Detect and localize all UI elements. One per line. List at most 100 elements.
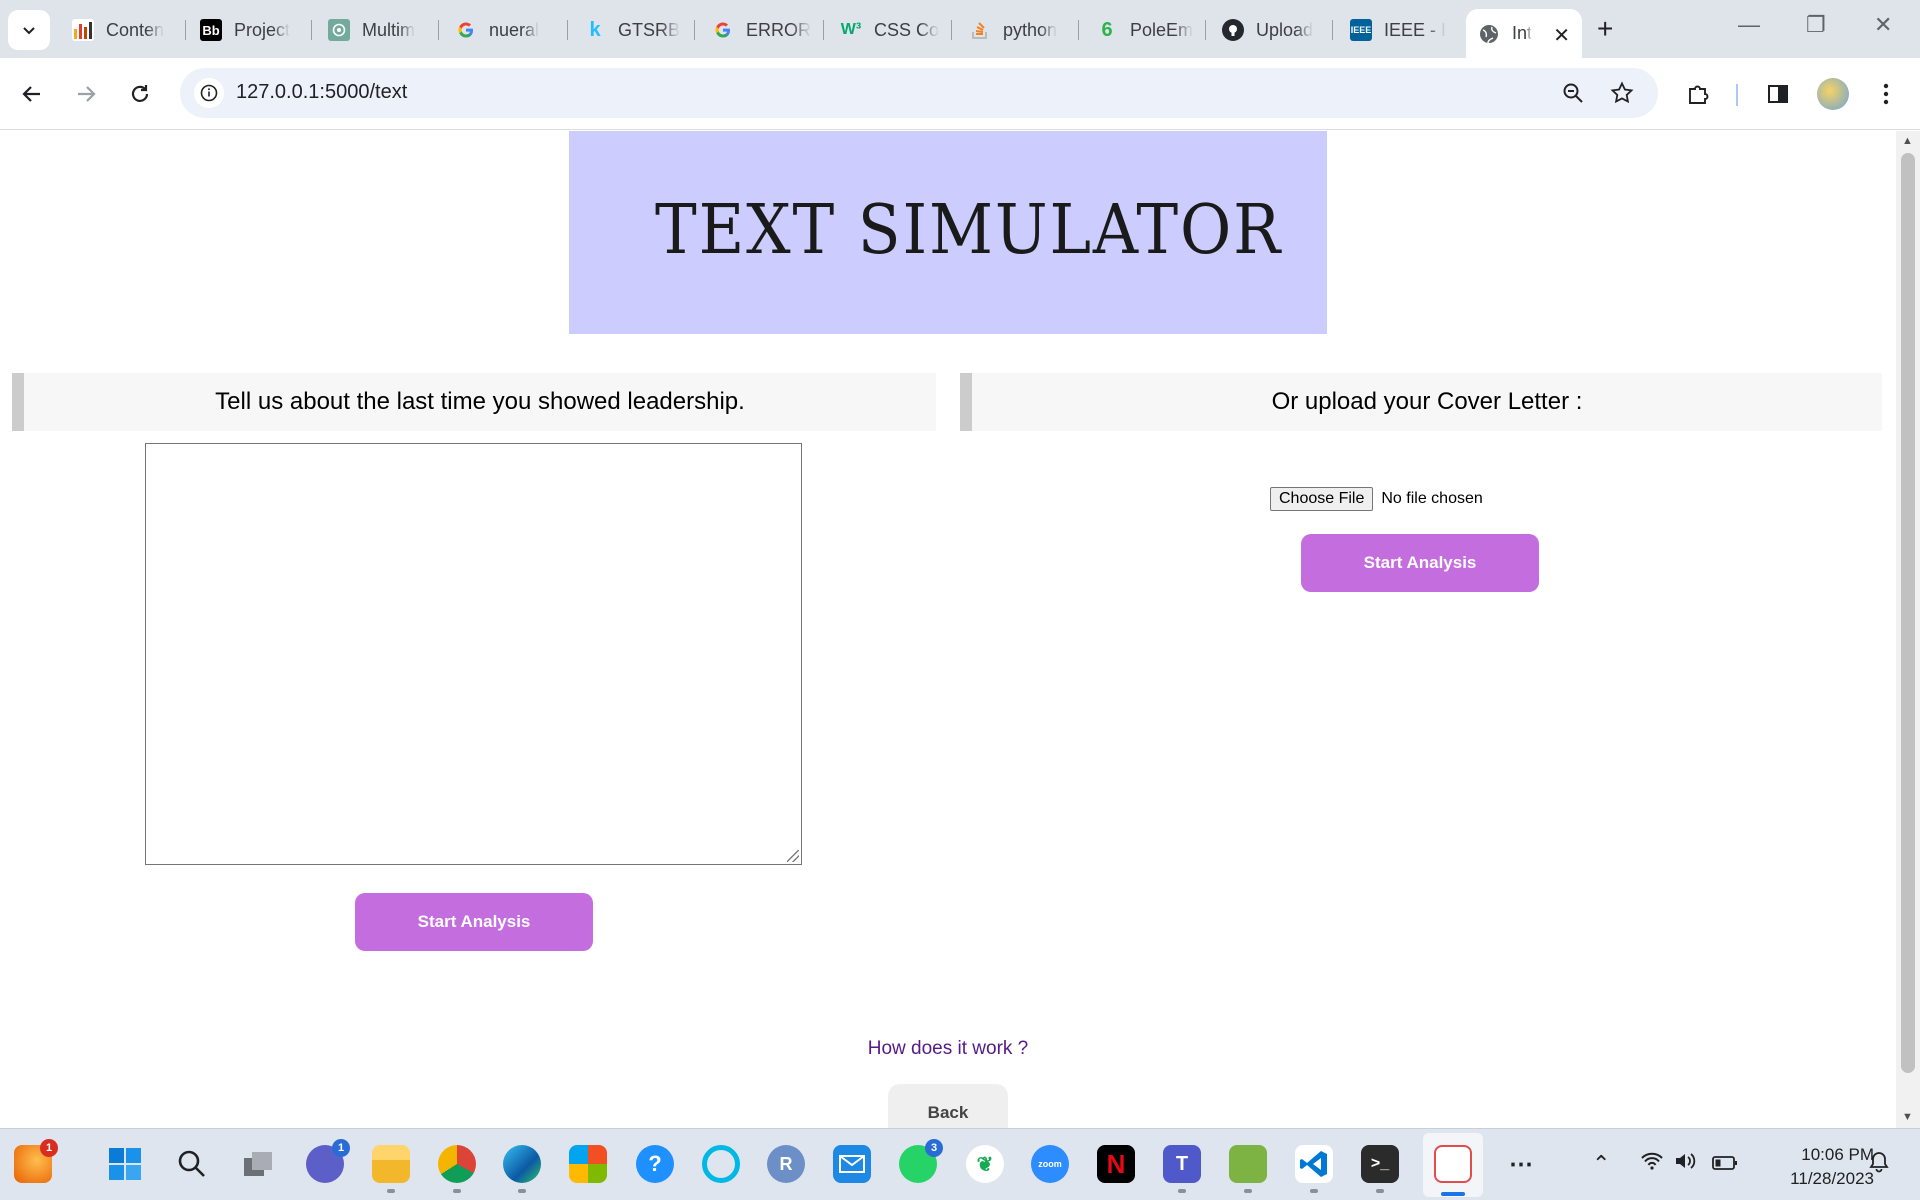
browser-menu-button[interactable]	[1866, 74, 1906, 114]
snipping-tool-icon[interactable]	[1434, 1145, 1472, 1183]
new-tab-plus-icon[interactable]: +	[1597, 14, 1613, 44]
leadership-prompt-text: Tell us about the last time you showed l…	[215, 388, 745, 415]
battery-icon[interactable]	[1712, 1151, 1738, 1177]
zoom-icon[interactable]	[1562, 82, 1584, 104]
notifications-icon[interactable]	[1868, 1151, 1890, 1179]
cover-letter-header: Or upload your Cover Letter :	[960, 373, 1882, 431]
tab-title: CSS Co	[874, 19, 940, 40]
tab-1[interactable]: Bb Project	[188, 12, 306, 48]
alexa-icon[interactable]	[702, 1145, 740, 1183]
chrome-icon[interactable]	[438, 1145, 476, 1183]
blackboard-favicon-icon: Bb	[200, 19, 222, 41]
mail-icon[interactable]	[833, 1145, 871, 1183]
reload-icon	[131, 85, 149, 102]
tab-7[interactable]: python	[957, 12, 1081, 48]
tab-title: GTSRB	[618, 19, 681, 40]
netflix-icon[interactable]: N	[1097, 1145, 1135, 1183]
tab-title: Int	[1512, 23, 1533, 43]
tab-title: Upload	[1256, 19, 1314, 40]
windows-start-icon[interactable]	[106, 1145, 144, 1183]
tab-5[interactable]: ERROR	[700, 12, 820, 48]
ms-store-icon[interactable]	[569, 1145, 607, 1183]
page-title: TEXT SIMULATOR	[655, 191, 1283, 270]
tab-10[interactable]: IEEE IEEE - I	[1338, 12, 1458, 48]
cover-letter-prompt-text: Or upload your Cover Letter :	[1271, 388, 1583, 415]
tray-chevron-up-icon[interactable]: ⌃	[1592, 1151, 1610, 1177]
volume-icon[interactable]	[1674, 1151, 1698, 1177]
url-text[interactable]: 127.0.0.1:5000/text	[236, 81, 407, 104]
tab-title: Conten	[106, 19, 165, 40]
side-panel-button[interactable]	[1758, 74, 1798, 114]
wifi-icon[interactable]	[1640, 1151, 1664, 1177]
tab-4[interactable]: k GTSRB	[572, 12, 692, 48]
profile-avatar[interactable]	[1817, 78, 1849, 110]
start-analysis-file-button[interactable]: Start Analysis	[1301, 534, 1539, 592]
choose-file-button[interactable]: Choose File	[1270, 487, 1374, 511]
tab-search-button[interactable]	[8, 10, 50, 50]
file-upload-control: Choose File No file chosen	[1270, 487, 1483, 511]
chart-favicon-icon	[72, 19, 94, 41]
task-view-icon[interactable]	[239, 1145, 277, 1183]
w3schools-favicon-icon: W³	[840, 21, 862, 38]
file-explorer-icon[interactable]	[372, 1145, 410, 1183]
scroll-up-icon[interactable]: ▲	[1902, 135, 1913, 147]
help-icon[interactable]: ?	[636, 1145, 674, 1183]
vscode-icon[interactable]	[1295, 1145, 1333, 1183]
tab-title: PoleEm	[1130, 19, 1194, 40]
firefox-icon[interactable]: 1	[14, 1139, 58, 1183]
mongodb-icon[interactable]: ❦	[966, 1145, 1004, 1183]
scroll-thumb[interactable]	[1901, 153, 1915, 1073]
tab-title: ERROR	[746, 19, 812, 40]
system-clock[interactable]: 10:06 PM 11/28/2023	[1752, 1143, 1874, 1191]
restore-icon[interactable]: ❐	[1806, 12, 1826, 38]
arrow-right-icon	[78, 86, 96, 102]
meet-badge: 1	[332, 1139, 350, 1157]
edge-icon[interactable]	[503, 1145, 541, 1183]
page-scrollbar[interactable]: ▲ ▼	[1896, 131, 1920, 1128]
r-app-icon[interactable]: R	[767, 1145, 805, 1183]
ieee-favicon-icon: IEEE	[1350, 19, 1372, 41]
back-button[interactable]: Back	[888, 1084, 1008, 1128]
more-apps-icon[interactable]: ⋯	[1502, 1145, 1540, 1183]
tab-9[interactable]: Upload	[1210, 12, 1334, 48]
more-vertical-icon	[1883, 83, 1889, 105]
site-info-icon[interactable]	[194, 78, 224, 108]
puzzle-icon	[1689, 85, 1709, 104]
window-close-icon[interactable]: ✕	[1874, 12, 1892, 38]
extensions-button[interactable]	[1678, 74, 1718, 114]
tab-2[interactable]: Multim	[316, 12, 436, 48]
arrow-left-icon	[22, 86, 40, 102]
back-nav-button[interactable]	[12, 74, 52, 114]
stackoverflow-favicon-icon	[969, 19, 991, 41]
tab-3[interactable]: nueral	[443, 12, 563, 48]
tab-title: nueral	[489, 19, 540, 40]
leadership-textarea[interactable]	[145, 443, 802, 865]
reload-button[interactable]	[120, 74, 160, 114]
meet-chat-icon[interactable]: 1	[306, 1139, 350, 1183]
scroll-down-icon[interactable]: ▼	[1902, 1111, 1913, 1123]
zoom-app-icon[interactable]: zoom	[1031, 1145, 1069, 1183]
tab-6[interactable]: W³ CSS Co	[828, 12, 952, 48]
file-status-text: No file chosen	[1381, 490, 1483, 507]
search-icon[interactable]	[173, 1145, 211, 1183]
how-it-works-link[interactable]: How does it work ?	[0, 1038, 1896, 1060]
google-favicon-icon	[455, 19, 477, 41]
terminal-icon[interactable]: >_	[1361, 1145, 1399, 1183]
tab-active[interactable]: Int ✕	[1466, 9, 1582, 58]
notepad-icon[interactable]	[1229, 1145, 1267, 1183]
leadership-prompt-header: Tell us about the last time you showed l…	[12, 373, 936, 431]
address-bar[interactable]: 127.0.0.1:5000/text	[180, 68, 1658, 118]
forward-nav-button[interactable]	[66, 74, 106, 114]
bookmark-star-icon[interactable]	[1610, 81, 1634, 105]
chevron-down-icon	[23, 27, 35, 35]
teams-icon[interactable]: T	[1163, 1145, 1201, 1183]
tab-0[interactable]: Conten	[60, 12, 180, 48]
whatsapp-icon[interactable]: 3	[899, 1139, 943, 1183]
tab-8[interactable]: 6 PoleEm	[1084, 12, 1208, 48]
minimize-icon[interactable]: —	[1738, 12, 1760, 38]
close-tab-icon[interactable]: ✕	[1553, 23, 1570, 48]
poleemploi-favicon-icon: 6	[1101, 18, 1113, 41]
start-analysis-text-button[interactable]: Start Analysis	[355, 893, 593, 951]
browser-tab-strip: Conten Bb Project Multim nueral k GTSRB …	[0, 0, 1920, 58]
resize-grip-icon[interactable]	[787, 850, 799, 862]
